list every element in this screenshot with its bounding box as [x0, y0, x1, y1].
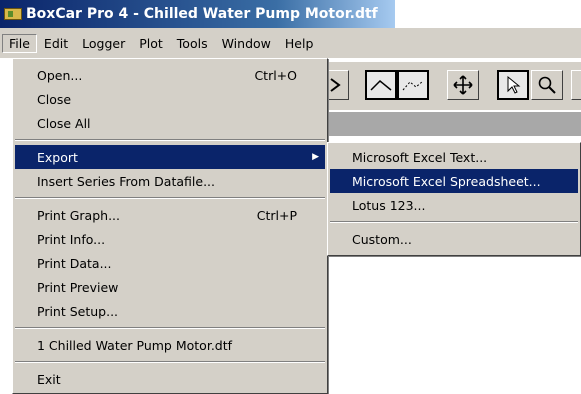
menu-window[interactable]: Window — [215, 34, 278, 53]
menu-item-excel-text[interactable]: Microsoft Excel Text... — [330, 145, 578, 169]
menu-item-recent-file[interactable]: 1 Chilled Water Pump Motor.dtf — [15, 333, 325, 357]
menu-item-label: Exit — [37, 371, 61, 387]
window-title: BoxCar Pro 4 - Chilled Water Pump Motor.… — [26, 6, 378, 22]
menu-separator — [330, 221, 578, 223]
menu-item-label: Export — [37, 149, 78, 165]
title-bar[interactable]: BoxCar Pro 4 - Chilled Water Pump Motor.… — [0, 0, 395, 28]
menu-item-print-preview[interactable]: Print Preview — [15, 275, 325, 299]
menu-item-label: Microsoft Excel Spreadsheet... — [352, 173, 541, 189]
menu-item-label: Lotus 123... — [352, 197, 426, 213]
menu-item-print-graph[interactable]: Print Graph... Ctrl+P — [15, 203, 325, 227]
menu-item-label: Print Data... — [37, 255, 112, 271]
menu-item-export[interactable]: Export ▶ — [15, 145, 325, 169]
menu-file[interactable]: File — [2, 33, 37, 53]
menu-item-print-info[interactable]: Print Info... — [15, 227, 325, 251]
submenu-arrow-icon: ▶ — [312, 152, 319, 162]
shortcut-label: Ctrl+O — [254, 67, 297, 83]
line-plot-icon — [370, 79, 392, 91]
menu-bar: File Edit Logger Plot Tools Window Help — [0, 28, 581, 58]
menu-item-label: Print Graph... — [37, 207, 120, 223]
toolbar-button-clipped[interactable] — [571, 70, 581, 100]
pointer-icon — [507, 75, 521, 94]
line-plot-button[interactable] — [365, 70, 397, 100]
menu-separator — [15, 361, 325, 363]
move-cross-icon — [453, 75, 473, 95]
file-menu: Open... Ctrl+O Close Close All Export ▶ … — [12, 58, 328, 394]
menu-item-label: 1 Chilled Water Pump Motor.dtf — [37, 337, 233, 353]
menu-item-label: Custom... — [352, 231, 412, 247]
magnifier-icon — [538, 76, 556, 94]
menu-separator — [15, 197, 325, 199]
menu-item-label: Close All — [37, 115, 91, 131]
menu-tools[interactable]: Tools — [170, 34, 215, 53]
document-tab-strip — [325, 112, 581, 136]
menu-item-exit[interactable]: Exit — [15, 367, 325, 391]
menu-item-insert-series[interactable]: Insert Series From Datafile... — [15, 169, 325, 193]
zoom-button[interactable] — [531, 70, 563, 100]
toolbar — [319, 62, 581, 110]
menu-item-label: Open... — [37, 67, 83, 83]
menu-item-label: Print Info... — [37, 231, 106, 247]
menu-item-close-all[interactable]: Close All — [15, 111, 325, 135]
boxcar-app-icon[interactable] — [4, 8, 22, 20]
select-pointer-button[interactable] — [497, 70, 529, 100]
menu-help[interactable]: Help — [278, 34, 321, 53]
menu-plot[interactable]: Plot — [132, 34, 170, 53]
menu-item-label: Print Preview — [37, 279, 119, 295]
menu-item-print-data[interactable]: Print Data... — [15, 251, 325, 275]
menu-logger[interactable]: Logger — [75, 34, 132, 53]
menu-item-label: Insert Series From Datafile... — [37, 173, 215, 189]
menu-edit[interactable]: Edit — [37, 34, 75, 53]
shortcut-label: Ctrl+P — [256, 207, 297, 223]
menu-item-label: Print Setup... — [37, 303, 119, 319]
menu-item-label: Close — [37, 91, 72, 107]
menu-item-open[interactable]: Open... Ctrl+O — [15, 63, 325, 87]
menu-item-lotus-123[interactable]: Lotus 123... — [330, 193, 578, 217]
toolbar-arrow-icon — [330, 78, 341, 92]
point-plot-icon — [402, 80, 424, 91]
pan-button[interactable] — [447, 70, 479, 100]
menu-separator — [15, 327, 325, 329]
point-plot-button[interactable] — [397, 70, 429, 100]
menu-item-print-setup[interactable]: Print Setup... — [15, 299, 325, 323]
menu-item-custom[interactable]: Custom... — [330, 227, 578, 251]
menu-item-label: Microsoft Excel Text... — [352, 149, 488, 165]
export-submenu: Microsoft Excel Text... Microsoft Excel … — [327, 142, 581, 256]
menu-item-close[interactable]: Close — [15, 87, 325, 111]
menu-separator — [15, 139, 325, 141]
menu-item-excel-spreadsheet[interactable]: Microsoft Excel Spreadsheet... — [330, 169, 578, 193]
